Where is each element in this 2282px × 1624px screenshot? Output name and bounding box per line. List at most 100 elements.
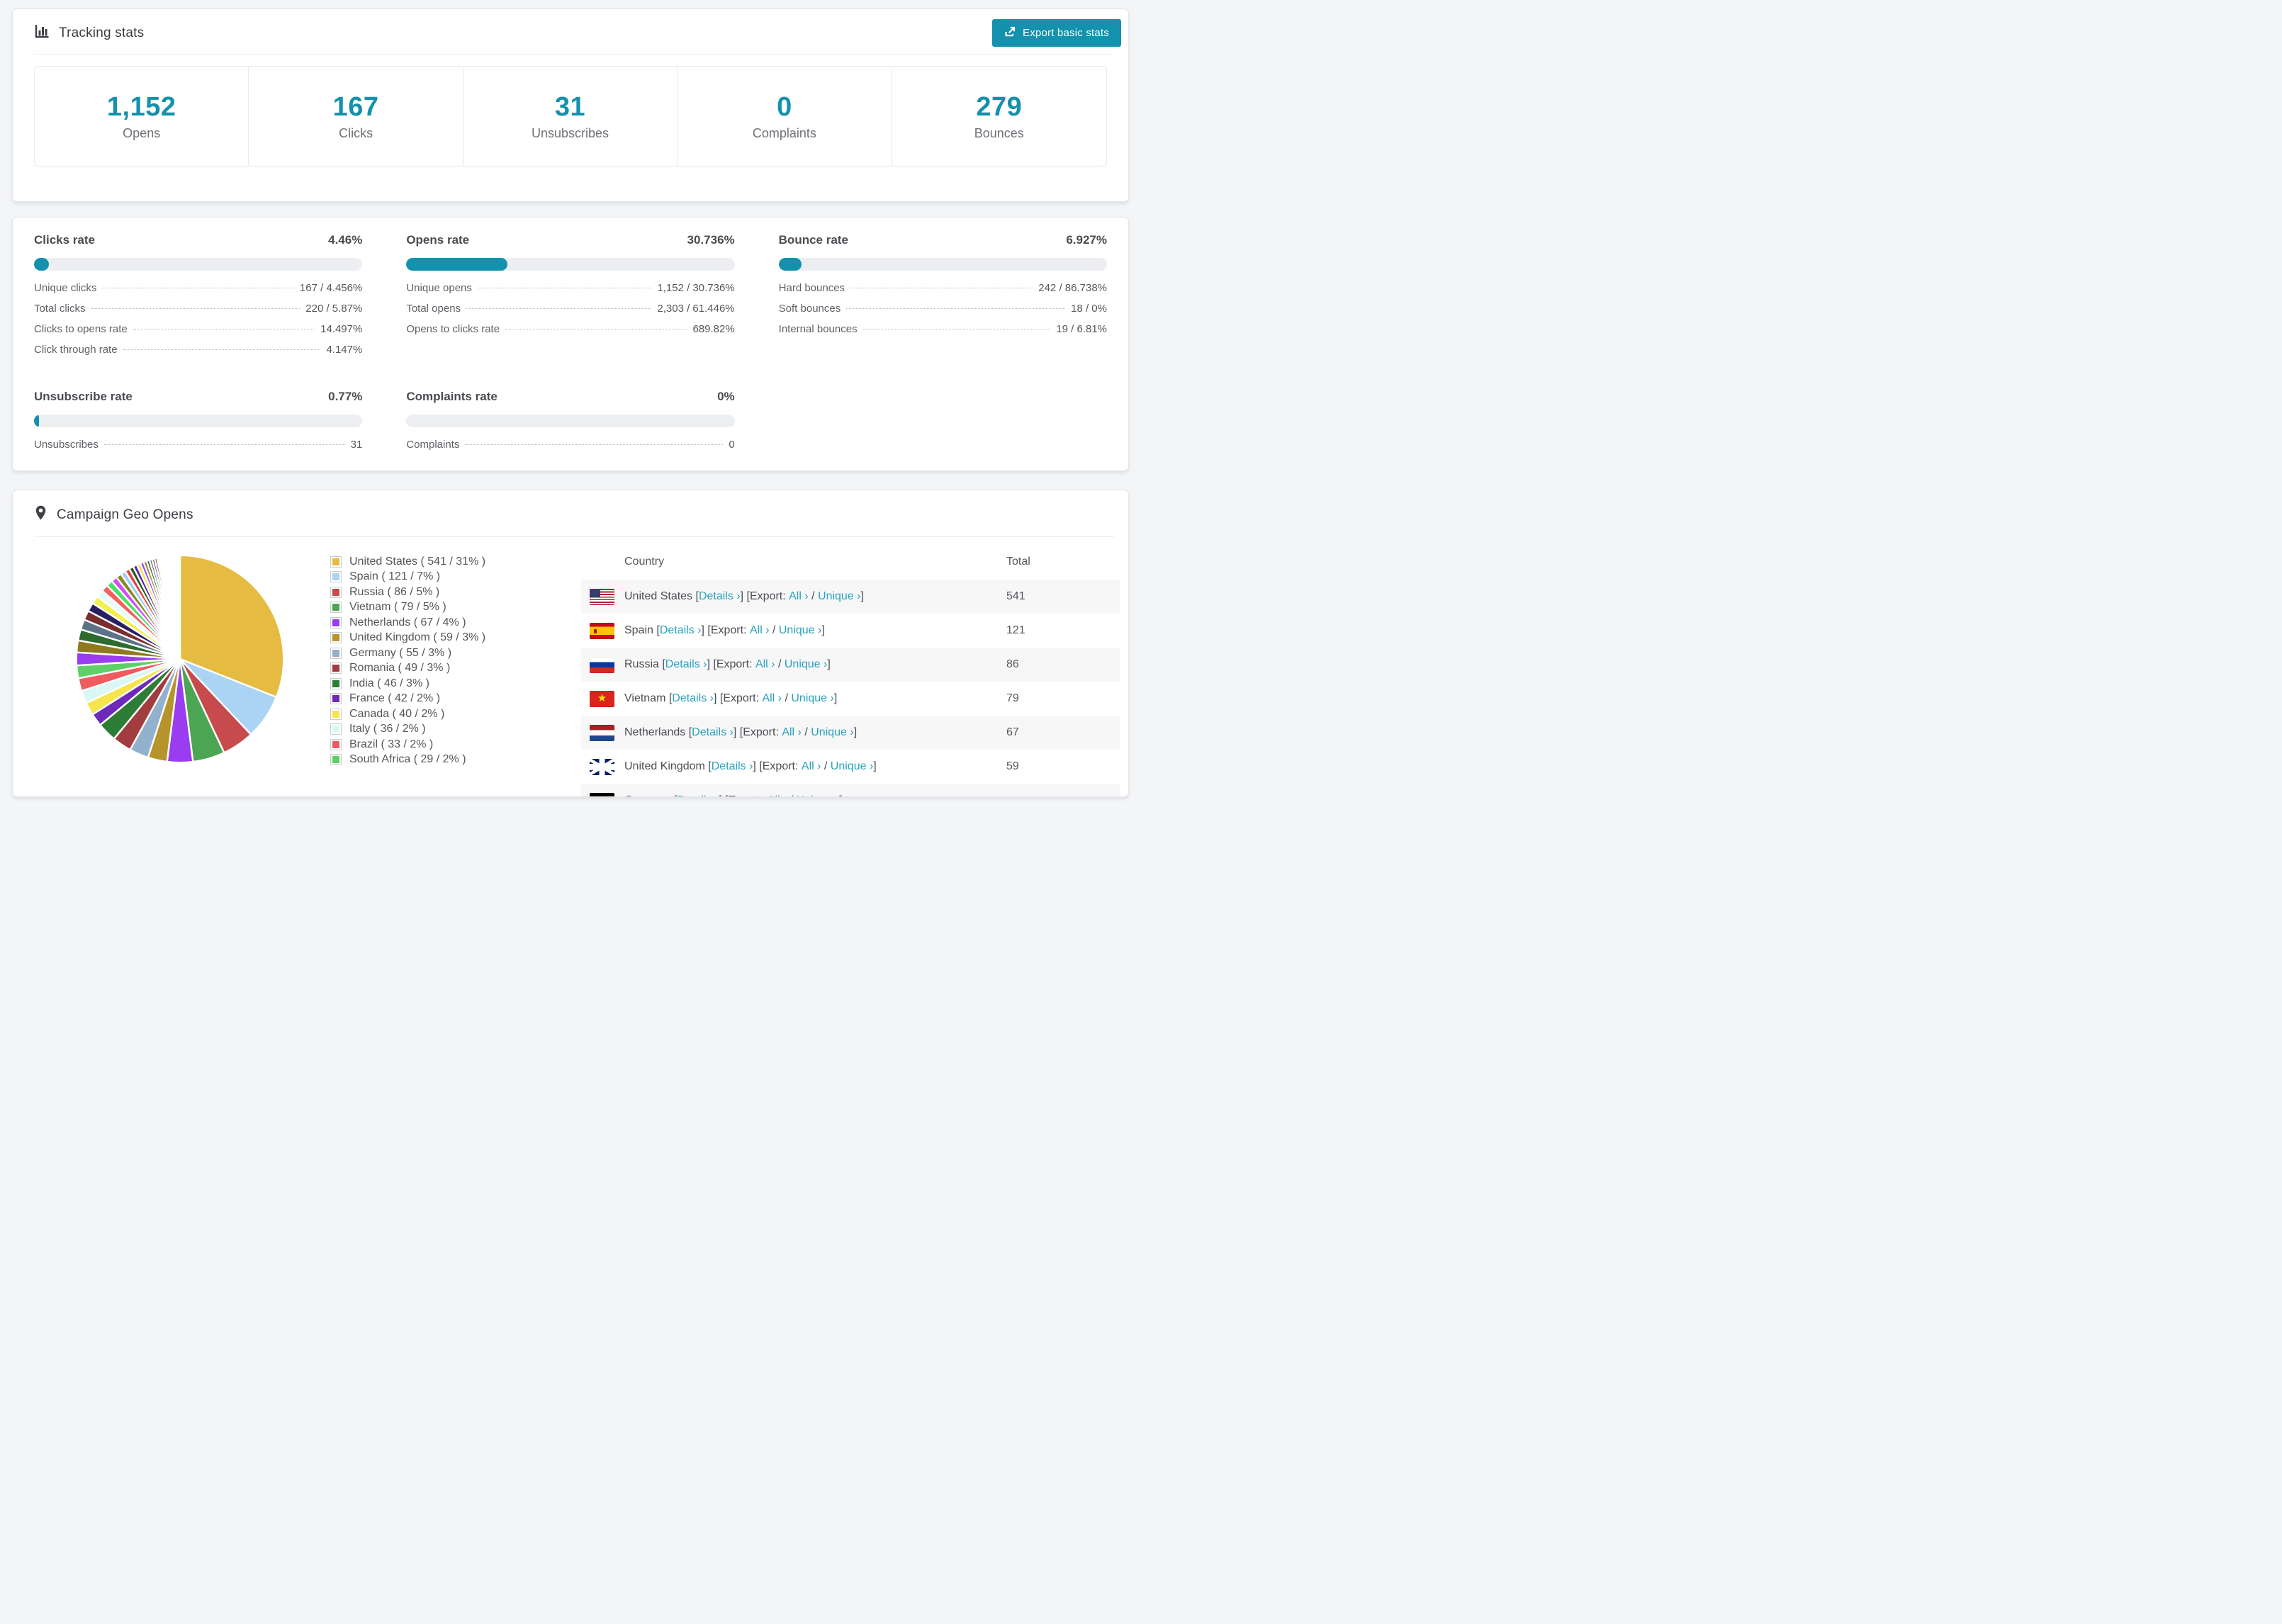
legend-item: Vietnam ( 79 / 5% ) (330, 600, 543, 616)
legend-swatch (330, 693, 342, 705)
country-cell: United Kingdom [Details ›] [Export: All … (581, 758, 1006, 775)
legend-item: United Kingdom ( 59 / 3% ) (330, 631, 543, 646)
table-row: United States [Details ›] [Export: All ›… (581, 580, 1120, 614)
country-cell: Spain [Details ›] [Export: All › / Uniqu… (581, 622, 1006, 639)
table-row-bracket-text: [ (685, 726, 692, 738)
legend-item: Russia ( 86 / 5% ) (330, 585, 543, 600)
gb-flag (590, 758, 614, 775)
rate-detail-label: Unique clicks (34, 282, 97, 294)
rates-card: Clicks rate 4.46% Unique clicks 167 / 4.456… (12, 217, 1129, 471)
rate-section: Bounce rate 6.927% Hard bounces 242 / 86.73… (778, 233, 1107, 364)
country-cell: United States [Details ›] [Export: All ›… (581, 588, 1006, 605)
legend-label: Italy ( 36 / 2% ) (349, 723, 426, 735)
table-row-bracket-text: ] [Export: (701, 624, 750, 636)
legend-item: Italy ( 36 / 2% ) (330, 722, 543, 738)
geo-card-header: Campaign Geo Opens (13, 490, 1128, 525)
rate-progress-track (778, 258, 1107, 271)
details-link-ru[interactable]: Details › (665, 658, 707, 671)
export-all-link-us[interactable]: All › (789, 590, 809, 603)
rate-section: Opens rate 30.736% Unique opens 1,152 / 30.… (406, 233, 735, 364)
export-all-link-gb[interactable]: All › (802, 760, 821, 773)
details-link-nl[interactable]: Details › (692, 726, 734, 739)
table-row-bracket-text: [ (692, 590, 699, 602)
export-unique-link-us[interactable]: Unique › (818, 590, 860, 603)
details-link-vn[interactable]: Details › (672, 692, 714, 705)
table-row-bracket-text: ] (839, 794, 842, 796)
export-all-link-nl[interactable]: All › (782, 726, 802, 739)
rate-detail-rows: Unsubscribes 31 (34, 439, 362, 459)
campaign-geo-opens-card: Campaign Geo Opens United States ( 541 /… (12, 490, 1129, 797)
export-unique-link-es[interactable]: Unique › (779, 624, 821, 637)
summary-tiles: 1,152 Opens 167 Clicks 31 Unsubscribes 0 Compla… (34, 66, 1107, 167)
legend-swatch (330, 723, 342, 735)
country-total: 86 (1006, 658, 1019, 670)
rate-detail-value: 18 / 0% (1071, 303, 1107, 315)
legend-swatch (330, 586, 342, 598)
rate-section: Clicks rate 4.46% Unique clicks 167 / 4.456… (34, 233, 363, 364)
rate-detail-label: Total opens (406, 303, 461, 315)
export-unique-link-gb[interactable]: Unique › (831, 760, 873, 773)
export-basic-stats-button[interactable]: Export basic stats (992, 19, 1121, 47)
rate-detail-label: Complaints (406, 439, 460, 451)
legend-item: Netherlands ( 67 / 4% ) (330, 615, 543, 631)
rate-detail-value: 19 / 6.81% (1056, 323, 1107, 335)
table-row-bracket-text: ] (833, 692, 838, 704)
export-button-label: Export basic stats (1023, 27, 1109, 39)
country-name: Germany (624, 794, 671, 796)
details-link-us[interactable]: Details › (699, 590, 741, 603)
dotted-leader (123, 349, 321, 350)
table-row-bracket-text: ] (853, 726, 858, 738)
legend-label: Russia ( 86 / 5% ) (349, 585, 440, 598)
export-unique-link-vn[interactable]: Unique › (791, 692, 833, 705)
export-unique-link-nl[interactable]: Unique › (811, 726, 853, 739)
table-row-bracket-text: / (769, 624, 779, 636)
rate-progress-track (34, 415, 363, 427)
rate-detail-value: 242 / 86.738% (1038, 282, 1107, 294)
legend-item: France ( 42 / 2% ) (330, 692, 543, 707)
legend-swatch (330, 616, 342, 628)
gb-red-cross (590, 758, 614, 775)
details-link-es[interactable]: Details › (660, 624, 702, 637)
geo-section-title: Campaign Geo Opens (57, 507, 193, 522)
export-unique-link-de[interactable]: Unique › (797, 794, 839, 796)
rate-detail-row: Clicks to opens rate 14.497% (34, 323, 362, 344)
es-flag (590, 622, 614, 639)
country-name: United Kingdom (624, 760, 705, 772)
country-cell: Vietnam [Details ›] [Export: All › / Uni… (581, 690, 1006, 707)
legend-item: Romania ( 49 / 3% ) (330, 661, 543, 677)
rate-detail-label: Unique opens (406, 282, 472, 294)
export-unique-link-ru[interactable]: Unique › (785, 658, 827, 671)
geo-opens-pie-chart (75, 554, 285, 764)
pie-slice-other (179, 554, 181, 660)
summary-tile: 1,152 Opens (35, 67, 249, 166)
country-cell: Germany [Details ›] [Export: All › / Uni… (581, 792, 1006, 796)
table-row-bracket-text: ] (860, 590, 864, 602)
country-total: 59 (1006, 760, 1019, 772)
legend-swatch (330, 754, 342, 766)
export-all-link-es[interactable]: All › (750, 624, 770, 637)
rate-detail-label: Opens to clicks rate (406, 323, 500, 335)
pie-legend: United States ( 541 / 31% ) Spain ( 121 /… (330, 554, 543, 767)
rate-value: 30.736% (687, 233, 735, 247)
header-divider (34, 54, 1114, 55)
rate-detail-row: Unique clicks 167 / 4.456% (34, 282, 362, 303)
rate-section-header: Opens rate 30.736% (406, 233, 734, 247)
export-all-link-ru[interactable]: All › (755, 658, 775, 671)
country-total: 121 (1006, 624, 1025, 636)
export-all-link-de[interactable]: All › (768, 794, 787, 796)
table-row: Russia [Details ›] [Export: All › / Uniq… (581, 648, 1120, 682)
details-link-de[interactable]: Details › (678, 794, 719, 796)
rate-detail-label: Soft bounces (778, 303, 841, 315)
rate-detail-label: Internal bounces (778, 323, 858, 335)
rate-value: 0.77% (328, 390, 363, 403)
legend-label: Canada ( 40 / 2% ) (349, 707, 445, 720)
summary-tile: 31 Unsubscribes (463, 67, 678, 166)
legend-item: India ( 46 / 3% ) (330, 676, 543, 692)
legend-label: United States ( 541 / 31% ) (349, 555, 486, 568)
rate-progress-fill (778, 258, 802, 271)
export-all-link-vn[interactable]: All › (762, 692, 782, 705)
details-link-gb[interactable]: Details › (712, 760, 753, 773)
country-total: 67 (1006, 726, 1019, 738)
table-row: Spain [Details ›] [Export: All › / Uniqu… (581, 614, 1120, 648)
legend-label: France ( 42 / 2% ) (349, 692, 441, 705)
